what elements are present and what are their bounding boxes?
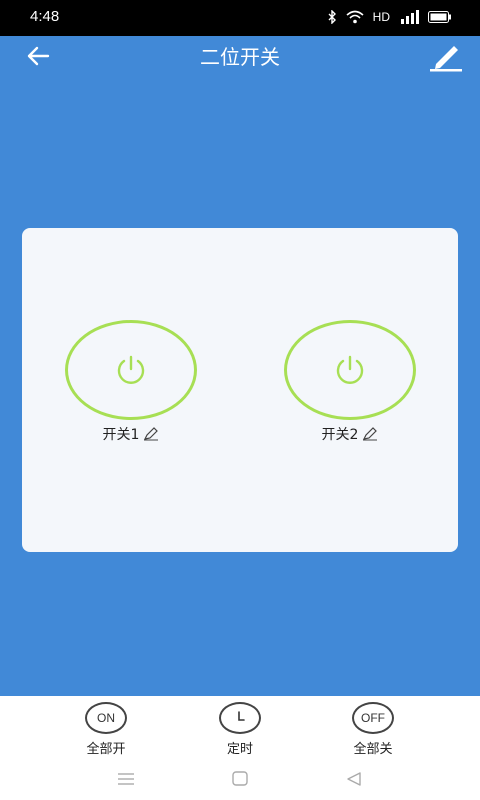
hd-indicator: HD — [372, 10, 390, 24]
switch-1-label-row: 开关1 — [61, 424, 201, 444]
all-on-button[interactable]: ON 全部开 — [61, 702, 151, 757]
timer-label: 定时 — [226, 742, 253, 757]
battery-icon — [428, 11, 451, 23]
edit-button[interactable] — [428, 44, 464, 72]
timer-button[interactable]: 定时 — [195, 702, 285, 757]
back-nav-button[interactable] — [342, 770, 366, 788]
wifi-icon — [346, 10, 364, 24]
switch-2: 开关2 — [280, 320, 420, 444]
bluetooth-icon — [328, 10, 336, 24]
menu-button[interactable] — [114, 770, 138, 788]
pencil-icon[interactable] — [143, 427, 159, 441]
clock-icon-wrap — [219, 702, 261, 734]
all-off-label: 全部关 — [353, 742, 393, 757]
status-bar: 4:48 HD — [0, 0, 480, 36]
off-icon: OFF — [352, 702, 394, 734]
arrow-left-icon — [27, 46, 50, 66]
system-nav-bar — [0, 764, 480, 794]
power-icon — [336, 355, 364, 384]
switch-2-label-row: 开关2 — [280, 424, 420, 444]
switch-1-label: 开关1 — [102, 427, 140, 443]
signal-icon — [401, 10, 419, 24]
switch-1-button[interactable] — [65, 320, 197, 420]
power-icon — [117, 355, 145, 384]
switch-1: 开关1 — [61, 320, 201, 444]
status-icons: HD — [327, 7, 452, 27]
all-off-button[interactable]: OFF 全部关 — [328, 702, 418, 757]
home-button[interactable] — [228, 770, 252, 788]
home-icon — [232, 771, 248, 786]
pencil-icon — [430, 46, 462, 72]
status-time: 4:48 — [30, 8, 60, 25]
on-icon: ON — [85, 702, 127, 734]
back-triangle-icon — [347, 772, 361, 786]
all-on-label: 全部开 — [86, 742, 126, 757]
switch-card: 开关1 开关2 — [22, 228, 458, 552]
back-button[interactable] — [24, 44, 52, 68]
menu-icon — [118, 773, 134, 785]
pencil-icon[interactable] — [362, 427, 378, 441]
switch-2-label: 开关2 — [321, 427, 359, 443]
clock-icon — [238, 711, 245, 721]
switch-2-button[interactable] — [284, 320, 416, 420]
